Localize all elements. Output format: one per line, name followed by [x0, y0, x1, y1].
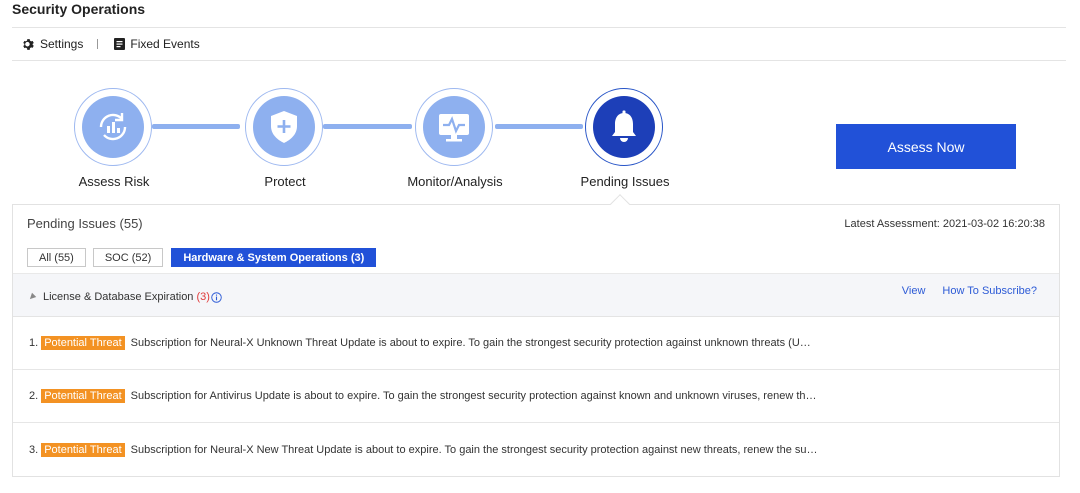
bell-icon: [612, 110, 636, 142]
potential-threat-badge: Potential Threat: [41, 389, 125, 403]
item-description[interactable]: Subscription for Antivirus Update is abo…: [131, 390, 817, 402]
monitor-pulse-icon: [439, 114, 469, 142]
step-pending-issues[interactable]: [585, 88, 663, 166]
page-title: Security Operations: [12, 1, 146, 17]
step-connector: [152, 124, 240, 129]
step-protect[interactable]: [245, 88, 323, 166]
potential-threat-badge: Potential Threat: [41, 336, 125, 350]
fixed-events-button[interactable]: Fixed Events: [114, 37, 200, 51]
group-count: (3): [196, 291, 210, 303]
toolbar-separator: [97, 39, 99, 49]
how-to-subscribe-link[interactable]: How To Subscribe?: [942, 285, 1037, 297]
item-number: 1.: [29, 337, 39, 349]
list-item: 3. Potential Threat Subscription for Neu…: [13, 423, 1059, 476]
info-icon[interactable]: [211, 291, 222, 303]
group-header: License & Database Expiration (3) View H…: [13, 273, 1059, 317]
chart-cycle-icon: [99, 113, 127, 141]
group-title: License & Database Expiration: [43, 291, 194, 303]
latest-assessment: Latest Assessment: 2021-03-02 16:20:38: [844, 218, 1045, 230]
document-list-icon: [114, 38, 126, 50]
panel-title: Pending Issues (55): [27, 216, 143, 231]
potential-threat-badge: Potential Threat: [41, 442, 125, 457]
tab-soc[interactable]: SOC (52): [92, 248, 164, 267]
assess-now-button[interactable]: Assess Now: [836, 124, 1016, 169]
fixed-events-label: Fixed Events: [130, 37, 200, 51]
step-monitor-analysis[interactable]: [415, 88, 493, 166]
list-item: 2. Potential Threat Subscription for Ant…: [13, 370, 1059, 423]
step-label-monitor-analysis: Monitor/Analysis: [407, 174, 503, 189]
list-item: 1. Potential Threat Subscription for Neu…: [13, 317, 1059, 370]
step-label-protect: Protect: [264, 174, 306, 189]
step-connector: [495, 124, 583, 129]
filter-tabs: All (55) SOC (52) Hardware & System Oper…: [27, 248, 383, 267]
step-label-pending-issues: Pending Issues: [580, 174, 670, 189]
pending-issues-panel: Pending Issues (55) Latest Assessment: 2…: [12, 204, 1060, 477]
item-description[interactable]: Subscription for Neural-X New Threat Upd…: [131, 444, 818, 456]
toolbar: Settings Fixed Events: [12, 28, 1066, 61]
step-assess-risk[interactable]: [74, 88, 152, 166]
item-number: 3.: [29, 443, 39, 456]
step-label-assess-risk: Assess Risk: [78, 174, 150, 189]
step-connector: [323, 124, 412, 129]
view-link[interactable]: View: [902, 285, 926, 297]
tab-all[interactable]: All (55): [27, 248, 86, 267]
gear-icon: [23, 38, 34, 50]
settings-button[interactable]: Settings: [22, 37, 83, 51]
tab-hardware-system-operations[interactable]: Hardware & System Operations (3): [171, 248, 377, 267]
item-number: 2.: [29, 390, 39, 402]
settings-label: Settings: [40, 37, 84, 51]
process-steps: Assess Risk Protect Monitor/Analysis Pen…: [0, 85, 800, 205]
shield-plus-icon: [271, 111, 297, 143]
item-description[interactable]: Subscription for Neural-X Unknown Threat…: [131, 337, 811, 349]
collapse-triangle-icon[interactable]: [27, 292, 37, 302]
